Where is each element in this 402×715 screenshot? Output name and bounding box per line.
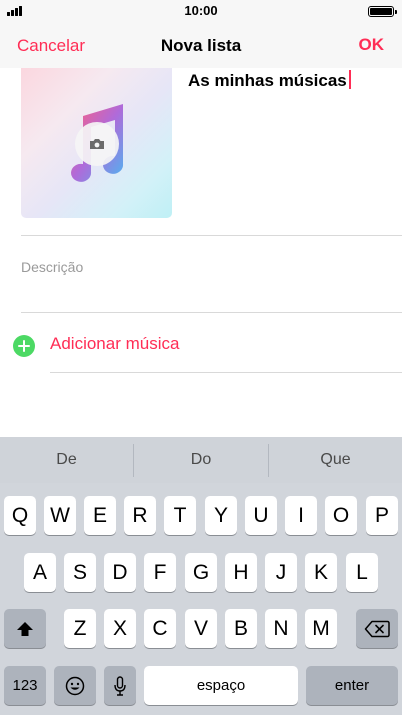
key-t[interactable]: T bbox=[164, 496, 196, 535]
key-l[interactable]: L bbox=[346, 553, 378, 592]
key-k[interactable]: K bbox=[305, 553, 337, 592]
divider bbox=[21, 312, 402, 313]
key-x[interactable]: X bbox=[104, 609, 136, 648]
key-u[interactable]: U bbox=[245, 496, 277, 535]
backspace-key[interactable] bbox=[356, 609, 398, 648]
key-e[interactable]: E bbox=[84, 496, 116, 535]
emoji-icon bbox=[65, 677, 85, 696]
key-v[interactable]: V bbox=[185, 609, 217, 648]
add-circle-icon bbox=[13, 335, 35, 357]
suggestion-bar: De Do Que bbox=[0, 437, 402, 483]
key-i[interactable]: I bbox=[285, 496, 317, 535]
backspace-icon bbox=[364, 621, 390, 638]
suggestion-3[interactable]: Que bbox=[269, 437, 402, 483]
microphone-icon bbox=[114, 676, 126, 697]
key-d[interactable]: D bbox=[104, 553, 136, 592]
key-o[interactable]: O bbox=[325, 496, 357, 535]
playlist-name-text: As minhas músicas bbox=[188, 71, 347, 90]
key-a[interactable]: A bbox=[24, 553, 56, 592]
camera-button[interactable] bbox=[75, 122, 119, 166]
shift-key[interactable] bbox=[4, 609, 46, 648]
status-time: 10:00 bbox=[184, 3, 218, 18]
key-s[interactable]: S bbox=[64, 553, 96, 592]
key-m[interactable]: M bbox=[305, 609, 337, 648]
add-music-button[interactable]: Adicionar música bbox=[0, 330, 402, 360]
key-b[interactable]: B bbox=[225, 609, 257, 648]
key-c[interactable]: C bbox=[144, 609, 176, 648]
text-cursor bbox=[348, 70, 351, 89]
navigation-bar: Cancelar Nova lista OK bbox=[0, 22, 402, 68]
add-music-label: Adicionar música bbox=[50, 334, 180, 353]
key-y[interactable]: Y bbox=[205, 496, 237, 535]
suggestion-1[interactable]: De bbox=[0, 437, 133, 483]
playlist-name-input[interactable]: As minhas músicas bbox=[188, 70, 351, 91]
space-key[interactable]: espaço bbox=[144, 666, 298, 705]
key-w[interactable]: W bbox=[44, 496, 76, 535]
shift-arrow-icon bbox=[17, 622, 33, 637]
suggestion-2[interactable]: Do bbox=[134, 437, 268, 483]
key-j[interactable]: J bbox=[265, 553, 297, 592]
ok-button[interactable]: OK bbox=[359, 35, 385, 55]
screen: 10:00 Cancelar Nova lista OK As minhas m… bbox=[0, 0, 402, 715]
key-q[interactable]: Q bbox=[4, 496, 36, 535]
key-z[interactable]: Z bbox=[64, 609, 96, 648]
enter-key[interactable]: enter bbox=[306, 666, 398, 705]
divider bbox=[21, 235, 402, 236]
divider bbox=[50, 372, 402, 373]
key-g[interactable]: G bbox=[185, 553, 217, 592]
status-bar: 10:00 bbox=[0, 0, 402, 22]
numbers-key[interactable]: 123 bbox=[4, 666, 46, 705]
key-p[interactable]: P bbox=[366, 496, 398, 535]
camera-icon bbox=[90, 139, 104, 149]
emoji-key[interactable] bbox=[54, 666, 96, 705]
key-f[interactable]: F bbox=[144, 553, 176, 592]
playlist-artwork[interactable] bbox=[21, 68, 172, 218]
key-r[interactable]: R bbox=[124, 496, 156, 535]
cancel-button[interactable]: Cancelar bbox=[17, 36, 85, 56]
description-field[interactable]: Descrição bbox=[21, 259, 83, 275]
key-h[interactable]: H bbox=[225, 553, 257, 592]
dictation-key[interactable] bbox=[104, 666, 136, 705]
keyboard: De Do Que Q W E R T Y U I O P A S D F G … bbox=[0, 437, 402, 715]
key-n[interactable]: N bbox=[265, 609, 297, 648]
battery-icon bbox=[368, 6, 397, 17]
